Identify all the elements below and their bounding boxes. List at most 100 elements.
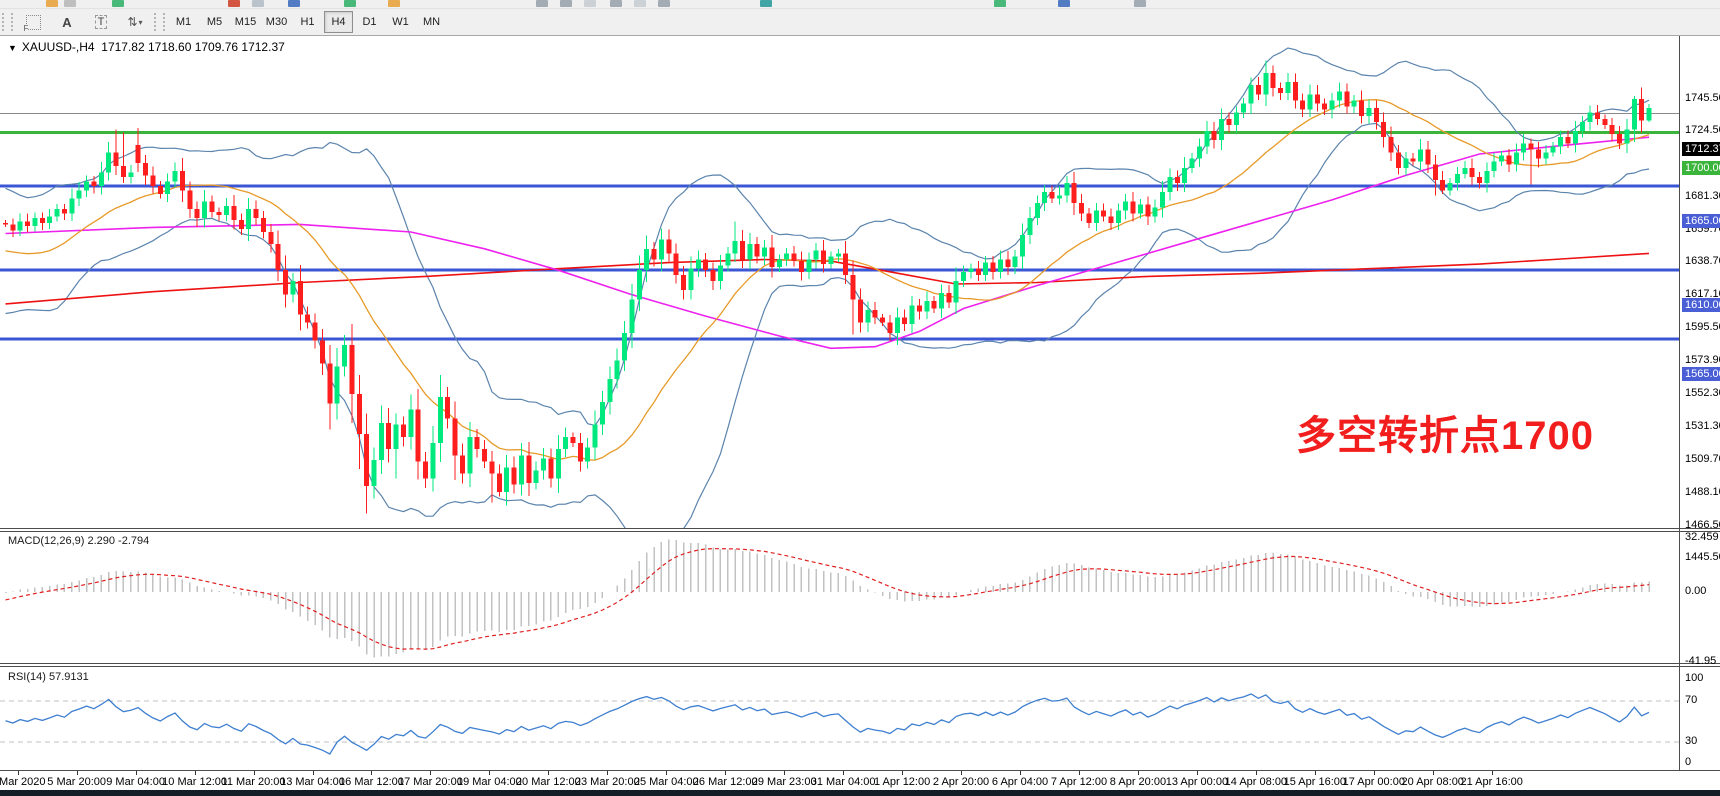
text-label-icon[interactable]: T xyxy=(85,10,117,34)
time-label: 31 Mar 04:00 xyxy=(811,776,876,788)
clipped-icon xyxy=(1134,0,1146,7)
time-tick xyxy=(1433,771,1434,775)
clipped-icon xyxy=(46,0,58,7)
clipped-icon xyxy=(1058,0,1070,7)
macd-tick: 0.00 xyxy=(1685,585,1706,597)
price-tick: 1466.50 xyxy=(1685,519,1720,531)
rsi-tick: 100 xyxy=(1685,672,1703,684)
price-tick: 1681.30 xyxy=(1685,190,1720,202)
macd-label: MACD(12,26,9) 2.290 -2.794 xyxy=(8,535,149,547)
clipped-icon xyxy=(610,0,622,7)
tf-button-M5[interactable]: M5 xyxy=(200,11,229,33)
macd-tick: 32.459 xyxy=(1685,531,1719,543)
time-tick xyxy=(195,771,196,775)
time-tick xyxy=(489,771,490,775)
time-label: 11 Mar 20:00 xyxy=(222,776,286,788)
toolbar-grip[interactable] xyxy=(154,13,165,31)
tf-button-H4[interactable]: H4 xyxy=(324,11,353,33)
time-label: 21 Apr 16:00 xyxy=(1460,776,1522,788)
rsi-tick: 70 xyxy=(1685,694,1697,706)
time-label: 7 Apr 12:00 xyxy=(1051,776,1107,788)
time-label: 1 Apr 12:00 xyxy=(874,776,930,788)
time-label: 29 Mar 23:00 xyxy=(752,776,817,788)
price-axis[interactable]: 1745.501724.501681.301659.701638.701617.… xyxy=(1680,36,1720,796)
time-label: 17 Apr 00:00 xyxy=(1343,776,1405,788)
time-tick xyxy=(430,771,431,775)
time-axis[interactable]: 4 Mar 20205 Mar 20:009 Mar 04:0010 Mar 1… xyxy=(0,770,1720,791)
clipped-icon xyxy=(658,0,670,7)
chart-area[interactable]: ▼XAUUSD-,H4 1717.82 1718.60 1709.76 1712… xyxy=(0,36,1720,796)
hline-1665-tag: 1665.00 xyxy=(1682,214,1720,228)
rsi-tick: 0 xyxy=(1685,756,1691,768)
time-tick xyxy=(843,771,844,775)
rsi-tick: 30 xyxy=(1685,735,1697,747)
clipped-icon xyxy=(584,0,596,7)
time-label: 16 Mar 12:00 xyxy=(339,776,404,788)
time-tick xyxy=(1492,771,1493,775)
clipped-icon xyxy=(228,0,240,7)
time-label: 26 Mar 12:00 xyxy=(693,776,758,788)
clipped-icon xyxy=(994,0,1006,7)
time-label: 19 Mar 04:00 xyxy=(457,776,522,788)
time-tick xyxy=(1374,771,1375,775)
chart-annotation-text: 多空转折点1700 xyxy=(1296,403,1594,461)
hline-1610-tag: 1610.00 xyxy=(1682,298,1720,312)
time-tick xyxy=(666,771,667,775)
time-label: 5 Mar 20:00 xyxy=(47,776,106,788)
time-tick xyxy=(136,771,137,775)
clipped-icon xyxy=(560,0,572,7)
macd-tick: -41.95 xyxy=(1685,655,1716,667)
price-tick: 1531.30 xyxy=(1685,420,1720,432)
toolbar-grip[interactable] xyxy=(2,13,13,31)
chevron-down-icon: ▾ xyxy=(139,18,143,27)
time-label: 14 Apr 08:00 xyxy=(1225,776,1287,788)
cursor-shift-icon[interactable]: ⇅▾ xyxy=(119,10,151,34)
price-tick: 1552.30 xyxy=(1685,387,1720,399)
text-a-icon[interactable]: A xyxy=(51,10,83,34)
timeframe-group: M1M5M15M30H1H4D1W1MN xyxy=(168,11,447,33)
price-tick: 1595.50 xyxy=(1685,321,1720,333)
hline-1565-tag: 1565.00 xyxy=(1682,367,1720,381)
current-price-tag: 1712.37 xyxy=(1682,142,1720,156)
price-tick: 1638.70 xyxy=(1685,255,1720,267)
tf-button-D1[interactable]: D1 xyxy=(355,11,384,33)
time-tick xyxy=(784,771,785,775)
rsi-panel[interactable] xyxy=(0,667,1680,770)
time-tick xyxy=(548,771,549,775)
time-label: 8 Apr 20:00 xyxy=(1110,776,1166,788)
time-label: 17 Mar 20:00 xyxy=(398,776,463,788)
crosshair-mode-icon[interactable]: F xyxy=(17,10,49,34)
time-tick xyxy=(77,771,78,775)
tf-button-MN[interactable]: MN xyxy=(417,11,446,33)
tf-button-M1[interactable]: M1 xyxy=(169,11,198,33)
tf-button-M15[interactable]: M15 xyxy=(231,11,260,33)
clipped-icon xyxy=(536,0,548,7)
time-tick xyxy=(1256,771,1257,775)
macd-panel[interactable] xyxy=(0,532,1680,663)
clipped-icon xyxy=(252,0,264,7)
time-tick xyxy=(961,771,962,775)
price-tick: 1488.10 xyxy=(1685,486,1720,498)
clipped-icon xyxy=(64,0,76,7)
tf-button-W1[interactable]: W1 xyxy=(386,11,415,33)
clipped-icon xyxy=(112,0,124,7)
clipped-toolbar-row xyxy=(0,0,1720,9)
time-tick xyxy=(725,771,726,775)
price-tick: 1724.50 xyxy=(1685,124,1720,136)
time-label: 25 Mar 04:00 xyxy=(634,776,699,788)
time-tick xyxy=(1138,771,1139,775)
time-tick xyxy=(254,771,255,775)
time-tick xyxy=(313,771,314,775)
time-tick xyxy=(1315,771,1316,775)
time-tick xyxy=(1079,771,1080,775)
chevron-down-icon: ▼ xyxy=(8,43,17,53)
price-tick: 1745.50 xyxy=(1685,92,1720,104)
tf-button-H1[interactable]: H1 xyxy=(293,11,322,33)
window-bottom-edge xyxy=(0,790,1720,796)
time-label: 20 Apr 08:00 xyxy=(1402,776,1464,788)
clipped-icon xyxy=(634,0,646,7)
price-tick: 1509.70 xyxy=(1685,453,1720,465)
time-label: 15 Apr 16:00 xyxy=(1284,776,1346,788)
tf-button-M30[interactable]: M30 xyxy=(262,11,291,33)
clipped-icon xyxy=(288,0,300,7)
